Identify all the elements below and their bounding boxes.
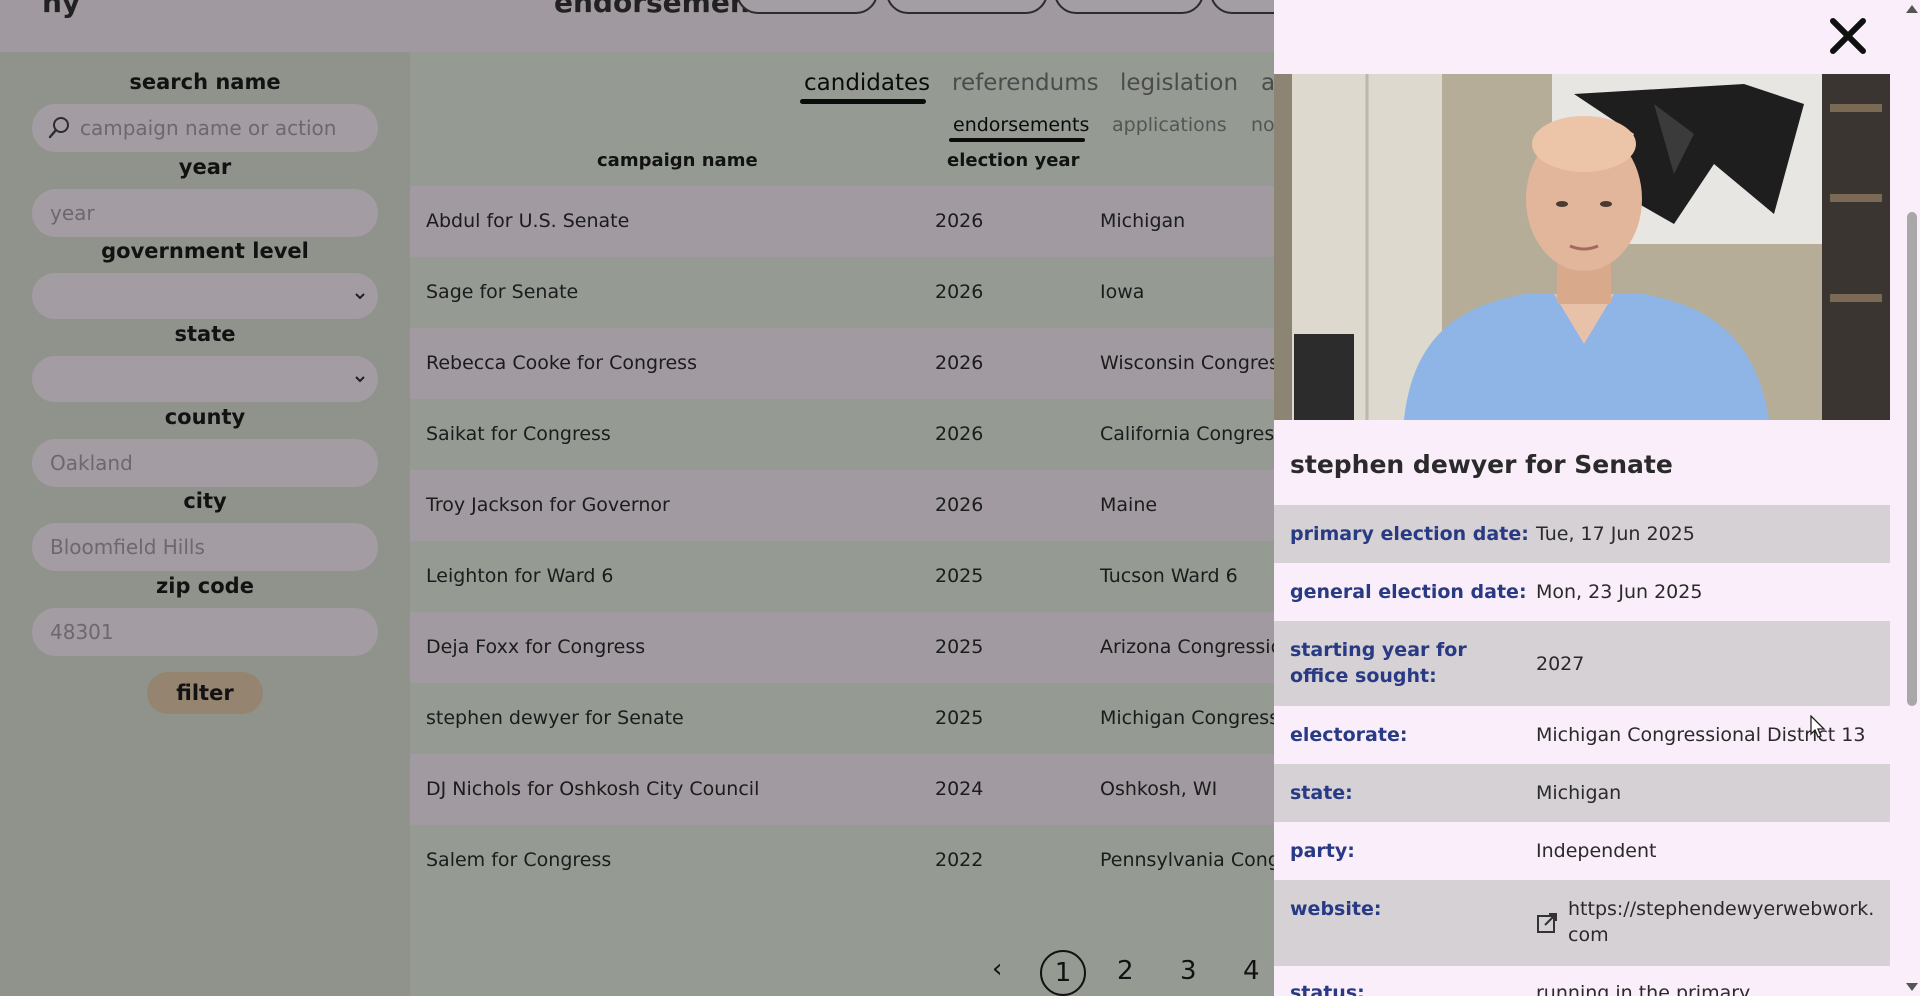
detail-value: 2027	[1536, 653, 1585, 675]
detail-row-state: state: Michigan	[1274, 764, 1890, 822]
drawer-scrollbar-thumb[interactable]	[1907, 212, 1917, 706]
detail-value: Michigan	[1536, 782, 1622, 804]
detail-value: running in the primary	[1536, 982, 1751, 996]
detail-label: electorate:	[1290, 724, 1408, 746]
external-link-icon[interactable]	[1536, 912, 1558, 934]
detail-label: status:	[1290, 982, 1365, 996]
detail-value: Independent	[1536, 840, 1657, 862]
modal-backdrop[interactable]	[0, 0, 1274, 996]
detail-row-general-date: general election date: Mon, 23 Jun 2025	[1274, 563, 1890, 621]
scroll-up-icon[interactable]	[1905, 4, 1919, 14]
candidate-title: stephen dewyer for Senate	[1290, 450, 1673, 479]
detail-label: starting year for office sought:	[1290, 639, 1467, 687]
mouse-cursor-icon	[1810, 715, 1826, 738]
candidate-detail-drawer: stephen dewyer for Senate primary electi…	[1274, 0, 1920, 996]
detail-row-starting-year: starting year for office sought: 2027	[1274, 621, 1890, 706]
candidate-photo-illustration	[1274, 74, 1890, 420]
detail-label: general election date:	[1290, 581, 1527, 603]
detail-label: state:	[1290, 782, 1353, 804]
detail-label: primary election date:	[1290, 523, 1529, 545]
detail-value: Mon, 23 Jun 2025	[1536, 581, 1703, 603]
detail-row-website: website: https://stephendewyerwebwork.co…	[1274, 880, 1890, 966]
detail-row-status: status: running in the primary	[1274, 966, 1890, 996]
scroll-down-icon[interactable]	[1905, 982, 1919, 992]
detail-label: party:	[1290, 840, 1355, 862]
detail-row-party: party: Independent	[1274, 822, 1890, 880]
detail-row-electorate: electorate: Michigan Congressional Distr…	[1274, 706, 1890, 764]
website-link[interactable]: https://stephendewyerwebwork.com	[1568, 896, 1878, 948]
detail-value: Tue, 17 Jun 2025	[1536, 523, 1695, 545]
detail-row-primary-date: primary election date: Tue, 17 Jun 2025	[1274, 505, 1890, 563]
candidate-photo	[1274, 74, 1890, 420]
close-icon[interactable]	[1827, 15, 1869, 57]
detail-label: website:	[1290, 898, 1382, 920]
